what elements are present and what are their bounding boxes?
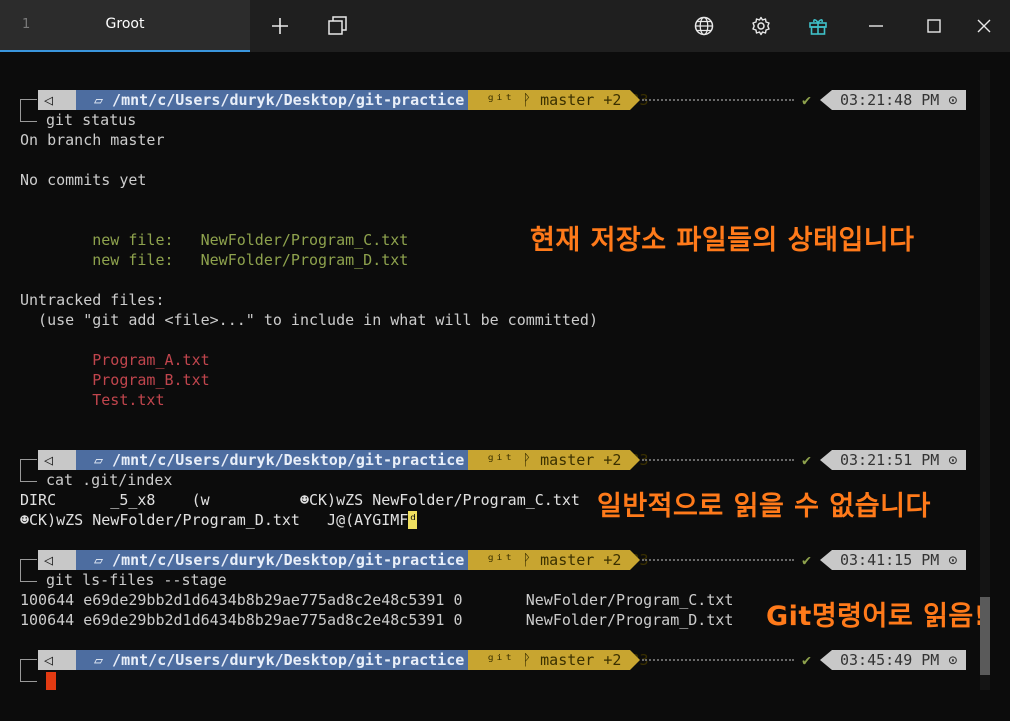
prompt-filler — [642, 99, 794, 101]
prompt-filler — [642, 659, 794, 661]
minimize-icon — [869, 25, 883, 27]
segment-arrow — [630, 90, 640, 110]
index-output-line: ☻CK)wZS NewFolder/Program_D.txt J@(AYGIM… — [20, 510, 418, 530]
prompt-path-segment: ▱ /mnt/c/Users/duryk/Desktop/git-practic… — [76, 450, 468, 470]
index-output-line: DIRC _5_x8 (w ☻CK)wZS NewFolder/Program_… — [20, 491, 580, 509]
segment-arrow — [820, 450, 832, 470]
prompt-path-segment: ▱ /mnt/c/Users/duryk/Desktop/git-practic… — [76, 90, 468, 110]
prompt-time-segment: 03:41:15 PM ⊙ — [832, 550, 966, 570]
segment-arrow — [820, 550, 832, 570]
prompt-git-segment: ᵍⁱᵗ ᚹ master +2 ?3 — [468, 650, 649, 670]
prompt-line: ◁ ▱ /mnt/c/Users/duryk/Desktop/git-pract… — [20, 650, 966, 682]
prompt-line: ◁ ▱ /mnt/c/Users/duryk/Desktop/git-pract… — [20, 550, 966, 589]
prompt-bracket — [20, 472, 37, 482]
new-tab-button[interactable] — [256, 0, 304, 52]
scrollbar-thumb[interactable] — [980, 597, 990, 675]
annotation-git-read: Git명령어로 읽음! — [766, 601, 987, 632]
title-bar: 1 Groot — [0, 0, 1010, 52]
annotation-unreadable: 일반적으로 읽을 수 없습니다 — [597, 491, 931, 522]
untracked-file-line: Test.txt — [20, 391, 165, 409]
index-output-text: ☻CK)wZS NewFolder/Program_D.txt J@(AYGIM… — [20, 511, 409, 529]
close-button[interactable] — [960, 0, 1008, 52]
duplicate-icon — [328, 16, 347, 35]
output-line: On branch master — [20, 131, 165, 149]
segment-arrow — [630, 550, 640, 570]
terminal-cursor — [46, 672, 56, 690]
prompt-time-segment: 03:45:49 PM ⊙ — [832, 650, 966, 670]
ls-files-line: 100644 e69de29bb2d1d6434b8b29ae775ad8c2e… — [20, 611, 734, 629]
segment-arrow — [820, 90, 832, 110]
prompt-os-segment: ◁ — [38, 650, 76, 670]
prompt-bracket — [20, 112, 37, 122]
output-line: No commits yet — [20, 171, 147, 189]
close-icon — [977, 19, 991, 33]
highlight-cursor: ᵈ — [408, 511, 418, 529]
prompt-git-segment: ᵍⁱᵗ ᚹ master +2 ?3 — [468, 550, 649, 570]
prompt-time-segment: 03:21:48 PM ⊙ — [832, 90, 966, 110]
status-check-icon: ✔ — [802, 651, 812, 669]
segment-arrow — [630, 650, 640, 670]
prompt-command: git ls-files --stage — [46, 571, 227, 589]
prompt-git-segment: ᵍⁱᵗ ᚹ master +2 ?3 — [468, 450, 649, 470]
prompt-os-segment: ◁ — [38, 450, 76, 470]
globe-button[interactable] — [680, 0, 728, 52]
status-check-icon: ✔ — [802, 91, 812, 109]
status-check-icon: ✔ — [802, 451, 812, 469]
status-check-icon: ✔ — [802, 551, 812, 569]
gift-icon — [809, 19, 827, 35]
prompt-line: ◁ ▱ /mnt/c/Users/duryk/Desktop/git-pract… — [20, 90, 966, 129]
output-line: Untracked files: — [20, 291, 165, 309]
prompt-os-segment: ◁ — [38, 550, 76, 570]
prompt-time-segment: 03:21:51 PM ⊙ — [832, 450, 966, 470]
maximize-icon — [927, 19, 941, 33]
tab-title: Groot — [105, 16, 145, 32]
prompt-bracket — [20, 572, 37, 582]
new-file-line: new file: NewFolder/Program_C.txt — [20, 231, 409, 249]
maximize-button[interactable] — [910, 0, 958, 52]
prompt-filler — [642, 559, 794, 561]
ls-files-line: 100644 e69de29bb2d1d6434b8b29ae775ad8c2e… — [20, 591, 734, 609]
duplicate-tab-button[interactable] — [314, 0, 362, 52]
gear-icon — [752, 16, 770, 36]
plus-icon — [272, 18, 288, 34]
tab-groot[interactable]: 1 Groot — [0, 0, 250, 52]
segment-arrow — [630, 450, 640, 470]
segment-arrow — [820, 650, 832, 670]
prompt-bracket — [20, 672, 37, 682]
settings-button[interactable] — [737, 0, 785, 52]
prompt-path-segment: ▱ /mnt/c/Users/duryk/Desktop/git-practic… — [76, 550, 468, 570]
prompt-line: ◁ ▱ /mnt/c/Users/duryk/Desktop/git-pract… — [20, 450, 966, 489]
prompt-git-segment: ᵍⁱᵗ ᚹ master +2 ?3 — [468, 90, 649, 110]
new-file-line: new file: NewFolder/Program_D.txt — [20, 251, 409, 269]
prompt-command: git status — [46, 111, 137, 129]
gift-button[interactable] — [794, 0, 842, 52]
minimize-button[interactable] — [852, 0, 900, 52]
prompt-filler — [642, 459, 794, 461]
prompt-command: cat .git/index — [46, 471, 173, 489]
prompt-path-segment: ▱ /mnt/c/Users/duryk/Desktop/git-practic… — [76, 650, 468, 670]
prompt-os-segment: ◁ — [38, 90, 76, 110]
annotation-status: 현재 저장소 파일들의 상태입니다 — [530, 225, 915, 256]
untracked-file-line: Program_A.txt — [20, 351, 210, 369]
output-line: (use "git add <file>..." to include in w… — [20, 311, 598, 329]
globe-icon — [694, 16, 714, 36]
untracked-file-line: Program_B.txt — [20, 371, 210, 389]
